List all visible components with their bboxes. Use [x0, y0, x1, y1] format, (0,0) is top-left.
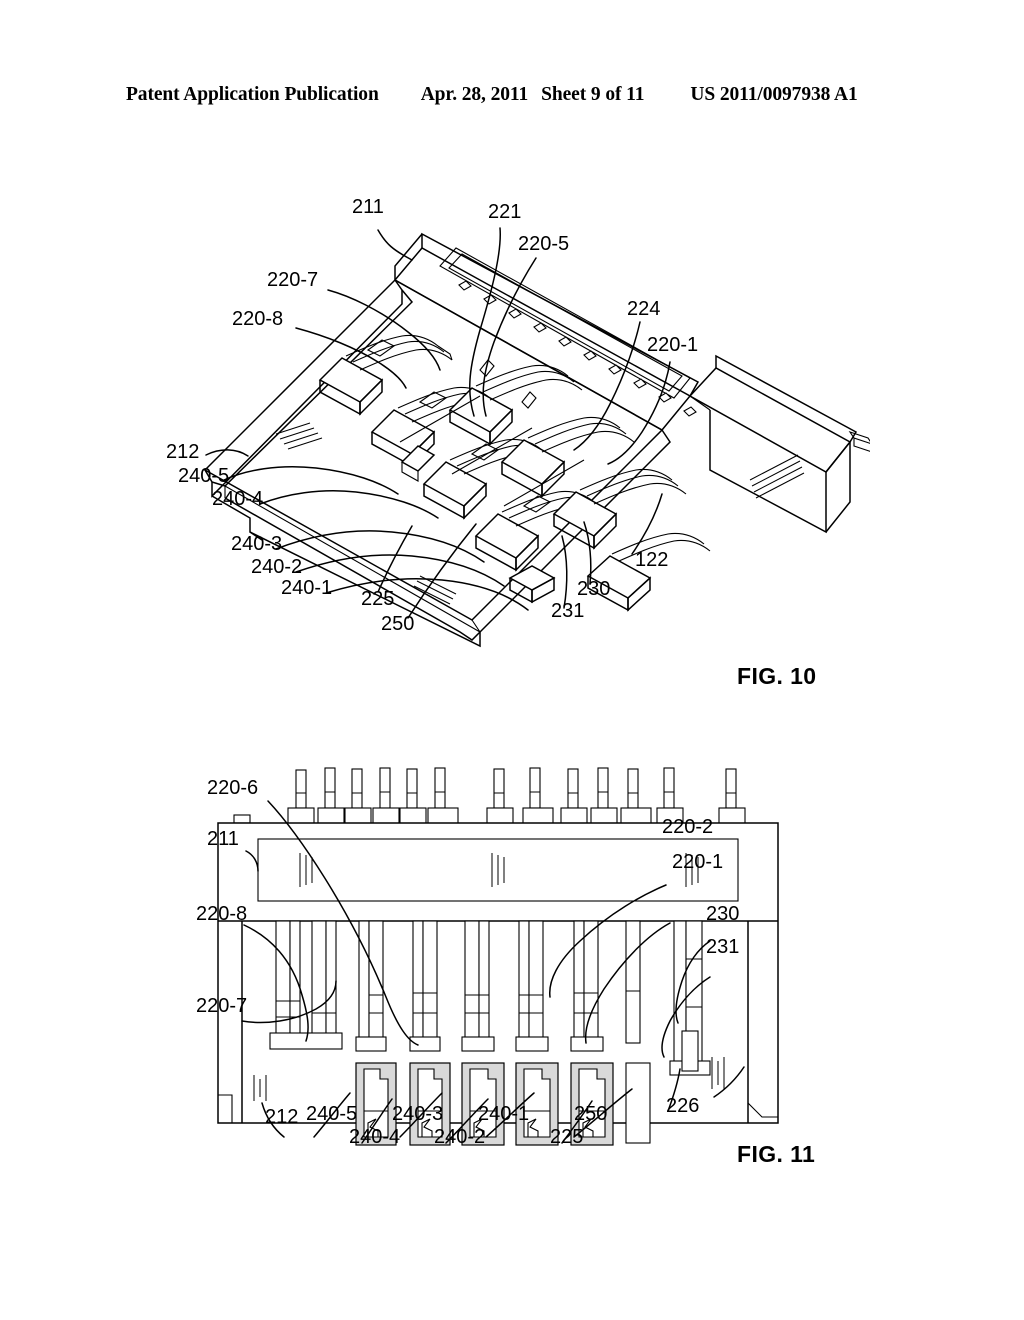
fig11-numeral-250: 250 [574, 1103, 608, 1125]
fig10-surface-hatch-left [275, 422, 323, 450]
figure-10-drawing [203, 227, 870, 648]
fig10-numeral-221: 221 [488, 201, 522, 223]
fig11-numeral-220-8: 220-8 [196, 903, 248, 925]
fig10-numeral-225: 225 [361, 588, 395, 610]
fig10-numeral-240-5: 240-5 [178, 465, 230, 487]
fig11-contact-slot [409, 920, 441, 1052]
fig10-numeral-220-5: 220-5 [518, 233, 570, 255]
fig10-numeral-212: 212 [166, 441, 200, 463]
fig10-numeral-240-4: 240-4 [212, 488, 264, 510]
fig11-contact-slot [570, 920, 604, 1052]
fig10-numeral-230: 230 [577, 578, 611, 600]
fig10-numeral-250: 250 [381, 613, 415, 635]
fig10-numeral-122: 122 [635, 549, 669, 571]
header-document-number: US 2011/0097938 A1 [690, 84, 858, 105]
fig11-numeral-230: 230 [706, 903, 740, 925]
fig10-contact-assembly [508, 565, 556, 604]
fig11-contact-slot [461, 920, 495, 1052]
fig10-numeral-220-7: 220-7 [267, 269, 319, 291]
header-date: Apr. 28, 2011 [420, 84, 529, 105]
fig11-numeral-240-4: 240-4 [349, 1126, 401, 1148]
figure-10-caption: FIG. 10 [737, 663, 817, 689]
page-header: Patent Application Publication Apr. 28, … [0, 84, 1024, 114]
fig10-numeral-220-1: 220-1 [647, 334, 699, 356]
fig10-numeral-240-3: 240-3 [231, 533, 283, 555]
figure-11-drawing [217, 767, 779, 1146]
fig10-numeral-220-8: 220-8 [232, 308, 284, 330]
fig11-contact-slot [515, 920, 549, 1052]
header-sheet-number: Sheet 9 of 11 [541, 84, 645, 105]
header-publication-label: Patent Application Publication [126, 84, 379, 105]
fig11-numeral-240-5: 240-5 [306, 1103, 358, 1125]
fig11-numeral-220-6: 220-6 [207, 777, 259, 799]
fig11-numeral-225: 225 [550, 1126, 584, 1148]
fig11-numeral-211: 211 [207, 828, 239, 850]
fig11-numeral-212: 212 [265, 1106, 299, 1128]
patent-drawing-page: Patent Application Publication Apr. 28, … [0, 0, 1024, 1320]
fig11-numeral-240-2: 240-2 [434, 1126, 486, 1148]
fig10-contact-assembly [552, 468, 687, 550]
fig10-numeral-240-2: 240-2 [251, 556, 303, 578]
fig11-numeral-231: 231 [706, 936, 740, 958]
fig10-numeral-211: 211 [352, 196, 384, 218]
fig11-contact-slot [625, 920, 641, 1044]
fig11-numeral-220-7: 220-7 [196, 995, 248, 1017]
figure-11-caption: FIG. 11 [737, 1141, 816, 1167]
fig11-numeral-240-3: 240-3 [392, 1103, 444, 1125]
fig11-numeral-220-2: 220-2 [662, 816, 714, 838]
fig11-plain-slot [625, 1062, 651, 1144]
fig11-numeral-220-1: 220-1 [672, 851, 724, 873]
fig10-numeral-231: 231 [551, 600, 585, 622]
fig10-numeral-224: 224 [627, 298, 661, 320]
fig11-numeral-240-1: 240-1 [478, 1103, 530, 1125]
fig11-numeral-226: 226 [666, 1095, 700, 1117]
fig10-surface-hatch-right [749, 454, 805, 499]
fig10-numeral-240-1: 240-1 [281, 577, 333, 599]
